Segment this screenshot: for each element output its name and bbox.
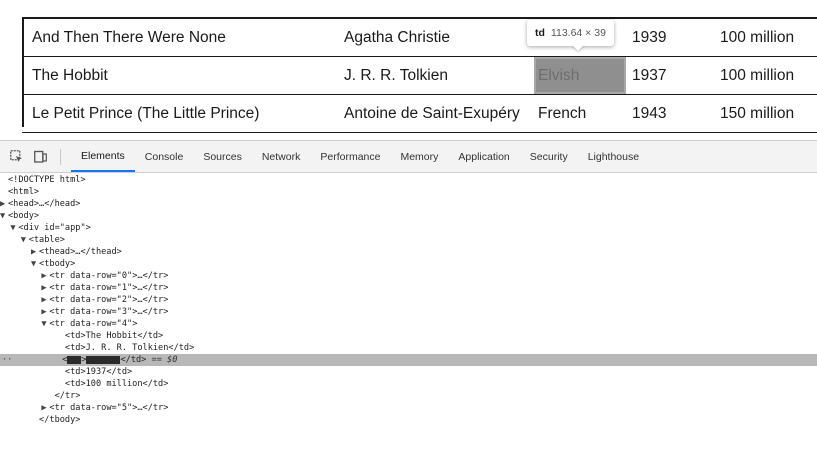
dom-node-line[interactable]: <td>1937</td> — [0, 366, 817, 378]
selected-node-reference: == $0 — [146, 355, 178, 365]
dom-node-text: <td>100 million</td> — [64, 379, 169, 389]
dom-node-text: <tr data-row="1">…</tr> — [49, 283, 169, 293]
dom-node-text: <td>J. R. R. Tolkien</td> — [64, 343, 195, 353]
cell-sales: 100 million — [714, 17, 817, 57]
dom-node-text: <tbody> — [39, 259, 76, 269]
dom-node-line[interactable]: <td>J. R. R. Tolkien</td> — [0, 342, 817, 354]
cell-language: Elvish — [534, 56, 626, 95]
dom-node-text: </tbody> — [39, 415, 81, 425]
dom-node-line[interactable]: <!DOCTYPE html> — [0, 174, 817, 186]
cell-sales: 100 million — [714, 56, 817, 95]
elements-dom-tree: <!DOCTYPE html> <html> ▶ <head>…</head> ▼ <bo… — [0, 174, 817, 426]
books-table: And Then There Were None Agatha Christie 1… — [22, 17, 817, 133]
dom-node-line[interactable]: </tr> — [0, 390, 817, 402]
devtools-toolbar: Elements Console Sources Network Performance… — [0, 141, 817, 173]
dom-node-text: </tr> — [54, 391, 81, 401]
dom-node-text: <thead>…</thead> — [39, 247, 122, 257]
dom-node-close-tag: </td> — [120, 355, 147, 365]
dom-node-line[interactable]: ▼ <div id="app"> — [0, 222, 817, 234]
dom-node-line[interactable]: ▶ <tr data-row="3">…</tr> — [0, 306, 817, 318]
dom-node-line[interactable]: ▼ <body> — [0, 210, 817, 222]
cell-title: The Hobbit — [22, 56, 332, 95]
redacted-tag-block — [67, 355, 82, 364]
dom-node-text: <body> — [8, 211, 40, 221]
cell-year: 1939 — [626, 17, 714, 57]
dom-node-line[interactable]: ▶ <thead>…</thead> — [0, 246, 817, 258]
dom-node-text: <table> — [28, 235, 65, 245]
expand-arrow-icon[interactable]: ▶ — [0, 198, 8, 210]
dom-node-line[interactable]: ▼ <tbody> — [0, 258, 817, 270]
dom-node-line[interactable]: ▶ <tr data-row="1">…</tr> — [0, 282, 817, 294]
tooltip-tag-name: td — [535, 27, 545, 39]
dom-node-text: <tr data-row="5">…</tr> — [49, 403, 169, 413]
device-toolbar-icon[interactable] — [32, 149, 48, 165]
toolbar-separator — [60, 148, 61, 165]
cell-sales: 150 million — [714, 94, 817, 133]
dom-node-line[interactable]: ▶ <tr data-row="2">…</tr> — [0, 294, 817, 306]
dom-node-line[interactable]: ▼ <table> — [0, 234, 817, 246]
cell-year: 1937 — [626, 56, 714, 95]
cell-title: Le Petit Prince (The Little Prince) — [22, 94, 332, 133]
dom-node-line[interactable]: ▶ <tr data-row="5">…</tr> — [0, 402, 817, 414]
cell-title: And Then There Were None — [22, 17, 332, 57]
dom-node-text: <head>…</head> — [8, 199, 81, 209]
cell-author: Agatha Christie — [332, 17, 534, 57]
dom-node-text: <tr data-row="2">…</tr> — [49, 295, 169, 305]
tab-lighthouse[interactable]: Lighthouse — [578, 141, 649, 172]
tab-console[interactable]: Console — [135, 141, 194, 172]
page-viewport: And Then There Were None Agatha Christie 1… — [0, 0, 817, 140]
tab-application[interactable]: Application — [448, 141, 519, 172]
dom-node-line[interactable]: <td>100 million</td> — [0, 378, 817, 390]
selected-dom-node[interactable]: ·· < > </td> == $0 — [0, 354, 817, 366]
devtools-panel: Elements Console Sources Network Performance… — [0, 140, 817, 452]
dom-node-text: <td>1937</td> — [64, 367, 133, 377]
dom-node-text: <tr data-row="0">…</tr> — [49, 271, 169, 281]
tab-sources[interactable]: Sources — [193, 141, 252, 172]
inspect-element-icon[interactable] — [8, 149, 24, 165]
tooltip-arrow — [572, 45, 584, 51]
tooltip-dimensions: 113.64 × 39 — [550, 27, 606, 39]
tab-performance[interactable]: Performance — [310, 141, 390, 172]
table-row: Le Petit Prince (The Little Prince) Antoi… — [22, 94, 817, 133]
gutter-ellipsis-icon[interactable]: ·· — [2, 354, 12, 366]
table-row: And Then There Were None Agatha Christie 1… — [22, 17, 817, 57]
dom-node-text: <html> — [8, 187, 40, 197]
dom-node-text: <tr data-row="4"> — [49, 319, 138, 329]
dom-node-text: <div id="app"> — [18, 223, 91, 233]
inspect-tooltip: td 113.64 × 39 — [527, 20, 614, 46]
cell-year: 1943 — [626, 94, 714, 133]
tab-network[interactable]: Network — [252, 141, 311, 172]
dom-node-line[interactable]: <html> — [0, 186, 817, 198]
redacted-text-block — [86, 355, 121, 364]
expand-arrow-icon[interactable]: ▶ — [31, 246, 39, 258]
cell-author: J. R. R. Tolkien — [332, 56, 534, 95]
tab-memory[interactable]: Memory — [390, 141, 448, 172]
dom-node-text: <td>The Hobbit</td> — [64, 331, 164, 341]
collapse-arrow-icon[interactable]: ▼ — [31, 258, 39, 270]
devtools-tabs: Elements Console Sources Network Performance… — [71, 141, 649, 172]
dom-node-line[interactable]: <td>The Hobbit</td> — [0, 330, 817, 342]
books-table-body: And Then There Were None Agatha Christie 1… — [22, 17, 817, 133]
collapse-arrow-icon[interactable]: ▼ — [0, 210, 8, 222]
tab-elements[interactable]: Elements — [71, 141, 135, 172]
dom-node-line[interactable]: ▶ <tr data-row="0">…</tr> — [0, 270, 817, 282]
table-row: The Hobbit J. R. R. Tolkien Elvish 1937 100 … — [22, 56, 817, 95]
dom-node-text: <tr data-row="3">…</tr> — [49, 307, 169, 317]
dom-node-text: <!DOCTYPE html> — [8, 175, 86, 185]
dom-node-line[interactable]: </tbody> — [0, 414, 817, 426]
cell-author: Antoine de Saint-Exupéry — [332, 94, 534, 133]
cell-language: French — [534, 94, 626, 133]
dom-node-line[interactable]: ▼ <tr data-row="4"> — [0, 318, 817, 330]
dom-node-line[interactable]: ▶ <head>…</head> — [0, 198, 817, 210]
collapse-arrow-icon[interactable]: ▼ — [21, 234, 29, 246]
tab-security[interactable]: Security — [520, 141, 578, 172]
